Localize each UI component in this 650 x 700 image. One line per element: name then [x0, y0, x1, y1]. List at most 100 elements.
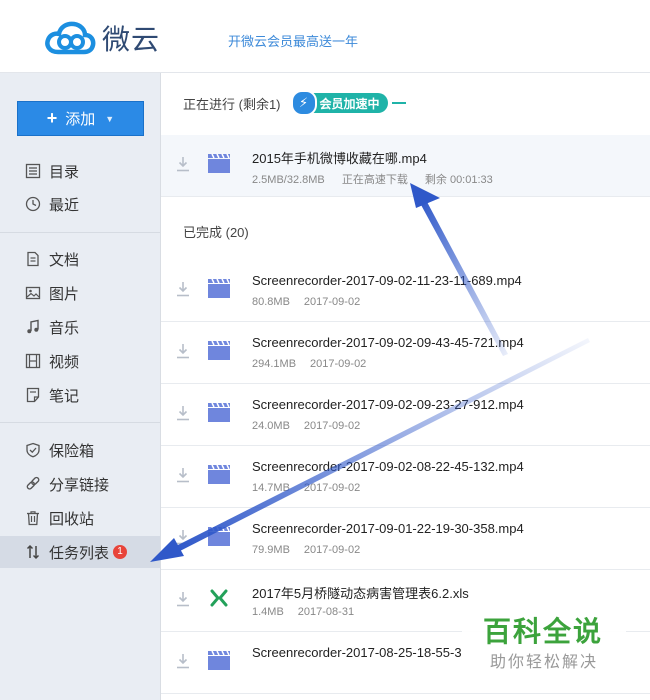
file-size: 80.8MB [252, 296, 290, 308]
sidebar-item-label: 图片 [49, 285, 80, 303]
vip-boost-badge[interactable]: ⚡ 会员加速中 [290, 90, 388, 116]
sidebar-item-label: 最近 [49, 196, 80, 214]
vip-boost-label: 会员加速中 [319, 96, 380, 111]
clock-icon [23, 196, 43, 212]
sidebar-item-label: 保险箱 [49, 442, 95, 460]
excel-file-icon [210, 589, 228, 607]
sidebar-item-label: 分享链接 [49, 476, 110, 494]
vip-promo-link[interactable]: 开微云会员最高送一年 [228, 31, 358, 50]
file-name: 2015年手机微博收藏在哪.mp4 [252, 151, 427, 166]
sidebar-item-task-list[interactable]: 任务列表 1 [0, 536, 160, 568]
download-icon[interactable] [175, 404, 191, 422]
watermark-subtitle: 助你轻松解决 [490, 654, 599, 671]
download-progress: 2.5MB/32.8MB [252, 174, 325, 186]
completed-task-row[interactable]: Screenrecorder-2017-09-02-09-23-27-912.m… [161, 384, 650, 446]
file-meta: 14.7MB 2017-09-02 [252, 482, 374, 494]
image-icon [23, 285, 43, 301]
sidebar-item-directory[interactable]: 目录 [0, 155, 160, 187]
file-name: Screenrecorder-2017-09-02-09-23-27-912.m… [252, 397, 524, 412]
list-icon [23, 163, 43, 179]
transfer-icon [23, 544, 43, 560]
file-date: 2017-09-02 [303, 296, 361, 308]
app-header: 微云 开微云会员最高送一年 [0, 0, 650, 73]
video-file-icon [208, 278, 230, 298]
sidebar-divider [0, 232, 160, 233]
video-file-icon [208, 402, 230, 422]
sidebar-item-label: 视频 [49, 353, 80, 371]
sidebar-item-images[interactable]: 图片 [0, 277, 160, 309]
video-file-icon [208, 526, 230, 546]
sidebar-item-label: 目录 [49, 163, 80, 181]
download-icon[interactable] [175, 590, 191, 608]
sidebar-item-recycle-bin[interactable]: 回收站 [0, 502, 160, 534]
document-icon [23, 251, 43, 267]
cloud-logo-icon [45, 21, 96, 55]
file-meta: 24.0MB 2017-09-02 [252, 420, 374, 432]
file-meta: 1.4MB 2017-08-31 [252, 606, 368, 618]
file-size: 294.1MB [252, 358, 297, 370]
file-date: 2017-09-02 [303, 482, 361, 494]
app-name: 微云 [102, 24, 161, 55]
sidebar-item-label: 笔记 [49, 387, 80, 405]
sidebar-item-vault[interactable]: 保险箱 [0, 434, 160, 466]
boost-tail-decoration [391, 102, 406, 104]
shield-icon [23, 442, 43, 458]
video-file-icon [208, 340, 230, 360]
file-date: 2017-09-02 [303, 544, 361, 556]
completed-header: 已完成 (20) [183, 222, 249, 241]
sidebar: + 添加 ▼ 目录 最近 文档 图片 音乐 视频 笔记 保险箱 分享链接 回收站… [0, 73, 161, 700]
sidebar-item-documents[interactable]: 文档 [0, 243, 160, 275]
sidebar-item-share-links[interactable]: 分享链接 [0, 468, 160, 500]
file-date: 2017-09-02 [303, 420, 361, 432]
sidebar-item-label: 回收站 [49, 510, 95, 528]
file-size: 24.0MB [252, 420, 290, 432]
sidebar-divider [0, 422, 160, 423]
file-size: 1.4MB [252, 606, 284, 618]
sidebar-item-music[interactable]: 音乐 [0, 311, 160, 343]
sidebar-item-recent[interactable]: 最近 [0, 188, 160, 220]
download-icon[interactable] [175, 466, 191, 484]
download-icon[interactable] [175, 652, 191, 670]
download-icon[interactable] [175, 342, 191, 360]
music-icon [23, 319, 43, 335]
lightning-icon: ⚡ [290, 90, 317, 116]
download-status: 正在高速下载 [341, 174, 408, 186]
plus-icon: + [46, 108, 58, 128]
download-icon[interactable] [175, 155, 191, 173]
trash-icon [23, 510, 43, 526]
film-icon [23, 353, 43, 369]
sidebar-item-videos[interactable]: 视频 [0, 345, 160, 377]
file-name: Screenrecorder-2017-08-25-18-55-3 [252, 645, 462, 660]
video-file-icon [208, 153, 230, 173]
add-button[interactable]: + 添加 ▼ [17, 101, 144, 136]
sidebar-item-label: 音乐 [49, 319, 80, 337]
file-meta [252, 668, 280, 680]
in-progress-label: 正在进行 (剩余1) [183, 96, 281, 112]
file-meta: 294.1MB 2017-09-02 [252, 358, 380, 370]
file-meta: 2.5MB/32.8MB 正在高速下载 剩余 00:01:33 [252, 171, 507, 187]
video-file-icon [208, 464, 230, 484]
task-count-badge: 1 [113, 545, 128, 559]
note-icon [23, 387, 43, 403]
file-name: Screenrecorder-2017-09-02-08-22-45-132.m… [252, 459, 524, 474]
caret-down-icon: ▼ [105, 113, 115, 124]
completed-task-row[interactable]: Screenrecorder-2017-09-01-22-19-30-358.m… [161, 508, 650, 570]
completed-task-row[interactable]: Screenrecorder-2017-09-02-11-23-11-689.m… [161, 260, 650, 322]
video-file-icon [208, 650, 230, 670]
active-task-row[interactable]: 2015年手机微博收藏在哪.mp4 2.5MB/32.8MB 正在高速下载 剩余… [161, 135, 650, 197]
file-size: 79.9MB [252, 544, 290, 556]
completed-task-row[interactable]: Screenrecorder-2017-09-02-09-43-45-721.m… [161, 322, 650, 384]
completed-task-row[interactable]: Screenrecorder-2017-09-02-08-22-45-132.m… [161, 446, 650, 508]
download-icon[interactable] [175, 528, 191, 546]
download-icon[interactable] [175, 280, 191, 298]
file-meta: 79.9MB 2017-09-02 [252, 544, 374, 556]
file-meta: 80.8MB 2017-09-02 [252, 296, 374, 308]
app-logo[interactable]: 微云 [44, 18, 160, 58]
sidebar-item-label: 任务列表 [49, 544, 110, 562]
in-progress-header: 正在进行 (剩余1) ⚡ 会员加速中 [183, 90, 406, 116]
file-size: 14.7MB [252, 482, 290, 494]
time-remaining: 剩余 00:01:33 [424, 174, 493, 186]
sidebar-item-notes[interactable]: 笔记 [0, 379, 160, 411]
file-name: 2017年5月桥隧动态病害管理表6.2.xls [252, 586, 469, 601]
file-name: Screenrecorder-2017-09-01-22-19-30-358.m… [252, 521, 524, 536]
